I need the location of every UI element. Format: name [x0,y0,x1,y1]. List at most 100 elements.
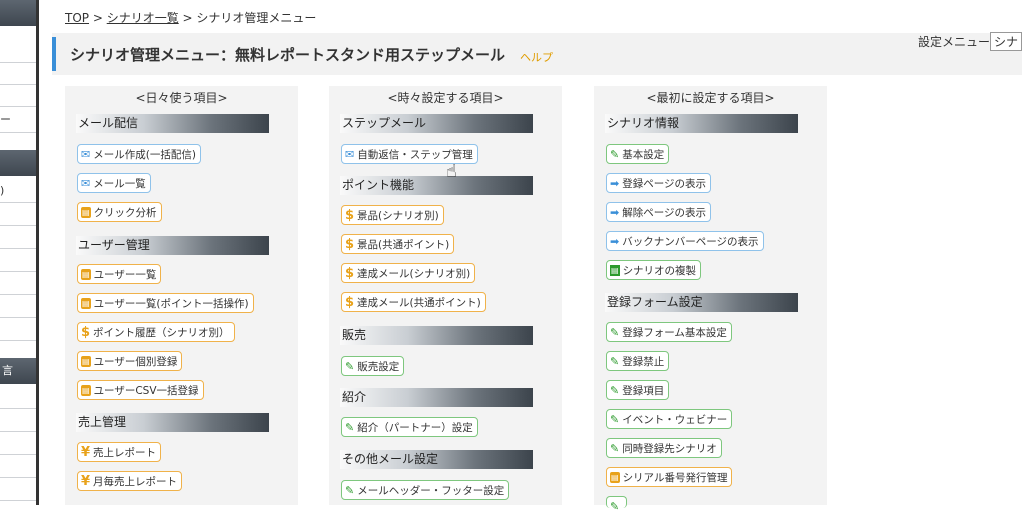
prize-common-button[interactable]: $ 景品(共通ポイント) [341,234,455,254]
page-title-bar: シナリオ管理メニュー：無料レポートスタンド用ステップメール ヘルプ [52,33,1022,75]
section-other-mail-settings: その他メール設定 [340,450,533,469]
registration-block-button[interactable]: ✎ 登録禁止 [606,351,670,371]
section-user-management: ユーザー管理 [76,236,269,255]
button-label: 売上レポート [93,447,157,459]
sidebar-item[interactable] [0,480,36,501]
achievement-mail-common-button[interactable]: $ 達成メール(共通ポイント) [341,292,486,312]
form-basic-settings-button[interactable]: ✎ 登録フォーム基本設定 [606,322,732,342]
button-label: 基本設定 [622,149,665,161]
sales-settings-button[interactable]: ✎ 販売設定 [341,356,405,376]
user-individual-register-button[interactable]: ▤ ユーザー個別登録 [77,351,183,371]
sidebar-item[interactable] [0,274,36,295]
user-list-button[interactable]: ▤ ユーザー一覧 [77,264,162,284]
monthly-sales-report-button[interactable]: ¥ 月毎売上レポート [77,471,183,491]
button-label: 景品(シナリオ別) [357,210,439,222]
column-heading: <時々設定する項目> [387,91,504,105]
pencil-icon: ✎ [610,355,620,368]
mail-list-button[interactable]: ✉ メール一覧 [77,173,151,193]
section-title: 売上管理 [78,415,127,429]
book-icon: ▤ [81,269,91,280]
book-icon: ▤ [81,385,91,396]
sidebar-item[interactable] [0,320,36,341]
settings-menu-select[interactable]: シナ [990,32,1022,51]
cutoff-button[interactable]: ✎ [606,496,628,513]
sidebar-item[interactable] [0,42,36,63]
breadcrumb-top-link[interactable]: TOP [65,11,89,25]
button-label: 景品(共通ポイント) [357,239,450,251]
left-sidebar: ー ) 言 [0,0,39,505]
event-webinar-button[interactable]: ✎ イベント・ウェビナー [606,409,733,429]
button-label: ユーザー個別登録 [93,356,178,368]
point-history-button[interactable]: $ ポイント履歴（シナリオ別） [77,322,235,342]
breadcrumb: TOP > シナリオ一覧 > シナリオ管理メニュー [65,9,316,26]
title-accent-bar [52,37,56,71]
click-analysis-button[interactable]: ▤ クリック分析 [77,202,162,222]
arrow-right-icon: ➡ [610,206,620,219]
sidebar-item[interactable]: ー [0,108,36,133]
sidebar-item[interactable] [0,228,36,249]
sidebar-item[interactable] [0,86,36,107]
column-heading: <日々使う項目> [135,91,228,105]
unsubscribe-page-button[interactable]: ➡ 解除ページの表示 [606,202,712,222]
duplicate-scenario-button[interactable]: ▤ シナリオの複製 [606,260,702,280]
pencil-icon: ✎ [610,326,620,339]
user-csv-import-button[interactable]: ▤ ユーザーCSV一括登録 [77,380,204,400]
column-first-setup: <最初に設定する項目> シナリオ情報 ✎ 基本設定 ➡ 登録ページの表示 ➡ 解除ペー… [594,86,827,513]
backnumber-page-button[interactable]: ➡ バックナンバーページの表示 [606,231,764,251]
sidebar-section-header [0,0,36,26]
achievement-mail-scenario-button[interactable]: $ 達成メール(シナリオ別) [341,263,476,283]
hand-cursor-icon: ☝ [446,161,457,182]
sidebar-section-header [0,150,36,176]
button-label: クリック分析 [93,207,157,219]
user-list-points-button[interactable]: ▤ ユーザー一覧(ポイント一括操作) [77,293,254,313]
dollar-icon: $ [345,266,355,281]
partner-settings-button[interactable]: ✎ 紹介（パートナー）設定 [341,417,478,437]
breadcrumb-separator: > [89,11,107,25]
button-label: イベント・ウェビナー [622,414,728,426]
mail-header-footer-button[interactable]: ✎ メールヘッダー・フッター設定 [341,480,510,500]
pencil-icon: ✎ [345,484,355,497]
sidebar-item[interactable] [0,457,36,478]
sidebar-item[interactable] [0,388,36,409]
breadcrumb-scenario-list-link[interactable]: シナリオ一覧 [107,11,179,25]
sidebar-item[interactable] [0,64,36,85]
sidebar-item[interactable] [0,411,36,432]
button-label: ユーザー一覧 [93,269,157,281]
button-label: 登録ページの表示 [622,178,707,190]
sidebar-item[interactable] [0,205,36,226]
prize-scenario-button[interactable]: $ 景品(シナリオ別) [341,205,444,225]
sidebar-section-label: 言 [2,364,13,377]
section-title: ポイント機能 [342,178,415,192]
sidebar-item[interactable] [0,297,36,318]
help-link[interactable]: ヘルプ [520,49,553,65]
sidebar-item[interactable]: ) [0,180,36,203]
section-title: その他メール設定 [342,452,439,466]
button-label: シナリオの複製 [622,265,697,277]
create-mail-button[interactable]: ✉ メール作成(一括配信) [77,144,201,164]
dollar-icon: $ [345,208,355,223]
serial-number-button[interactable]: ▤ シリアル番号発行管理 [606,467,733,487]
basic-settings-button[interactable]: ✎ 基本設定 [606,144,670,164]
sidebar-item-label: ) [0,184,5,197]
book-icon: ▤ [81,356,91,367]
registration-fields-button[interactable]: ✎ 登録項目 [606,380,670,400]
simultaneous-scenario-button[interactable]: ✎ 同時登録先シナリオ [606,438,722,458]
button-label: 月毎売上レポート [93,476,178,488]
register-page-button[interactable]: ➡ 登録ページの表示 [606,173,712,193]
breadcrumb-separator: > [178,11,197,25]
section-step-mail: ステップメール [340,114,533,133]
button-label: 達成メール(共通ポイント) [357,297,481,309]
button-label: 自動返信・ステップ管理 [357,149,473,161]
pencil-icon: ✎ [610,148,620,161]
button-label: シリアル番号発行管理 [622,472,728,484]
section-title: シナリオ情報 [607,116,680,130]
sidebar-item[interactable] [0,434,36,455]
auto-reply-step-button[interactable]: ✉ 自動返信・ステップ管理 [341,144,478,164]
sales-report-button[interactable]: ¥ 売上レポート [77,442,162,462]
section-referral: 紹介 [340,388,533,407]
section-scenario-info: シナリオ情報 [605,114,798,133]
section-title: 販売 [342,328,367,342]
arrow-right-icon: ➡ [610,235,620,248]
sidebar-item[interactable] [0,251,36,272]
mail-icon: ✉ [345,148,355,161]
